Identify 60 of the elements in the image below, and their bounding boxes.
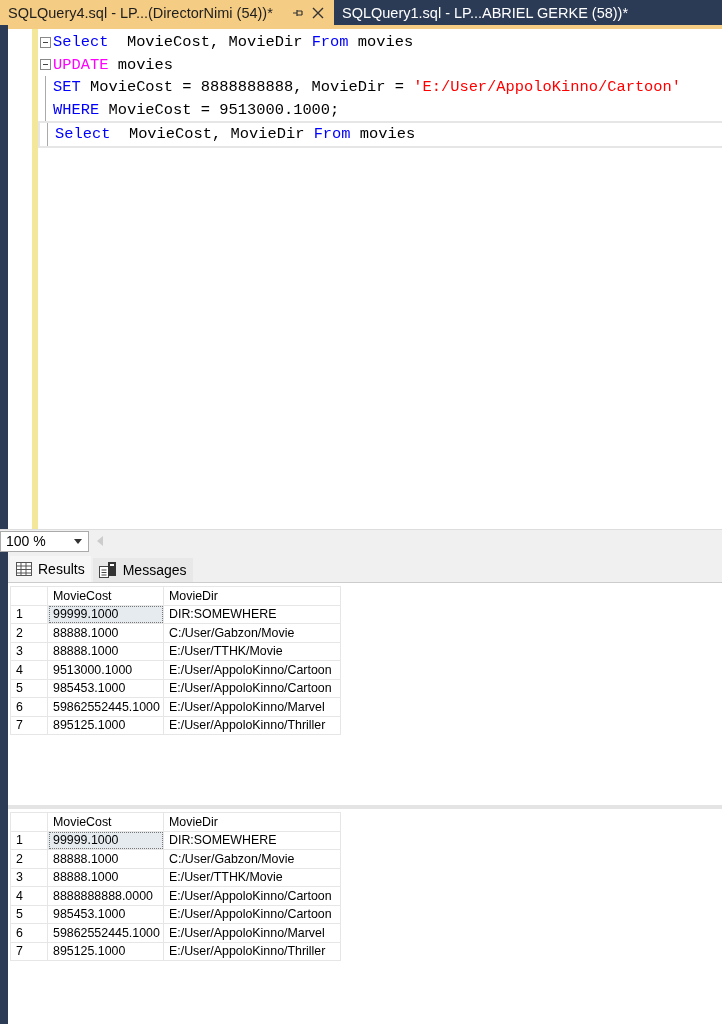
table-cell: DIR:SOMEWHERE <box>163 605 341 624</box>
table-cell: DIR:SOMEWHERE <box>163 831 341 850</box>
document-tab[interactable]: SQLQuery1.sql - LP...ABRIEL GERKE (58))* <box>334 0 639 25</box>
table-cell: 985453.1000 <box>47 905 164 924</box>
table-cell: E:/User/AppoloKinno/Cartoon <box>163 886 341 905</box>
table-cell: 59862552445.1000 <box>47 923 164 942</box>
table-cell: E:/User/TTHK/Movie <box>163 868 341 887</box>
row-number: 4 <box>10 660 48 679</box>
close-icon[interactable] <box>312 6 324 19</box>
table-cell: E:/User/AppoloKinno/Marvel <box>163 923 341 942</box>
row-number: 7 <box>10 716 48 735</box>
row-number: 6 <box>10 697 48 716</box>
row-number: 5 <box>10 679 48 698</box>
table-cell: 88888.1000 <box>47 623 164 642</box>
column-header[interactable]: MovieCost <box>47 812 164 831</box>
grid-icon <box>16 562 32 576</box>
column-header[interactable]: MovieDir <box>163 586 341 605</box>
table-cell: E:/User/TTHK/Movie <box>163 642 341 661</box>
row-number: 6 <box>10 923 48 942</box>
table-cell: 59862552445.1000 <box>47 697 164 716</box>
row-number: 2 <box>10 623 48 642</box>
table-cell: 88888.1000 <box>47 849 164 868</box>
column-header[interactable]: MovieDir <box>163 812 341 831</box>
row-number: 5 <box>10 905 48 924</box>
row-number: 1 <box>10 605 48 624</box>
table-cell: C:/User/Gabzon/Movie <box>163 623 341 642</box>
table-cell: 985453.1000 <box>47 679 164 698</box>
code-line: Select MovieCost, MovieDir From movies <box>55 125 416 144</box>
column-header[interactable]: MovieCost <box>47 586 164 605</box>
table-cell: E:/User/AppoloKinno/Thriller <box>163 942 341 961</box>
result-tab[interactable]: Results <box>10 556 91 582</box>
table-cell: E:/User/AppoloKinno/Thriller <box>163 716 341 735</box>
table-cell: 88888.1000 <box>47 868 164 887</box>
table-cell: 88888.1000 <box>47 642 164 661</box>
table-cell: E:/User/AppoloKinno/Marvel <box>163 697 341 716</box>
document-tab[interactable]: SQLQuery4.sql - LP...(DirectorNimi (54))* <box>0 0 334 25</box>
code-line: SET MovieCost = 8888888888, MovieDir = 'E:/User/AppoloKinno/Cartoon' <box>53 78 682 97</box>
row-number: 2 <box>10 849 48 868</box>
table-cell: E:/User/AppoloKinno/Cartoon <box>163 660 341 679</box>
zoom-dropdown[interactable]: 100 % <box>0 530 89 552</box>
table-cell: 8888888888.0000 <box>47 886 164 905</box>
caret-icon <box>74 538 82 544</box>
table-cell: 895125.1000 <box>47 942 164 961</box>
code-line: WHERE MovieCost = 9513000.1000; <box>53 100 340 119</box>
table-cell: E:/User/AppoloKinno/Cartoon <box>163 905 341 924</box>
result-tab[interactable]: Messages <box>92 558 193 582</box>
table-cell: 895125.1000 <box>47 716 164 735</box>
row-number: 3 <box>10 642 48 661</box>
row-number: 7 <box>10 942 48 961</box>
code-line: Select MovieCost, MovieDir From movies <box>53 33 414 52</box>
collapse-icon[interactable] <box>40 59 51 71</box>
collapse-icon[interactable] <box>40 36 51 48</box>
row-number: 3 <box>10 868 48 887</box>
messages-icon <box>98 562 117 578</box>
row-number: 4 <box>10 886 48 905</box>
table-cell: 9513000.1000 <box>47 660 164 679</box>
table-cell: E:/User/AppoloKinno/Cartoon <box>163 679 341 698</box>
table-cell: C:/User/Gabzon/Movie <box>163 849 341 868</box>
row-number: 1 <box>10 831 48 850</box>
code-line: UPDATE movies <box>53 55 174 74</box>
